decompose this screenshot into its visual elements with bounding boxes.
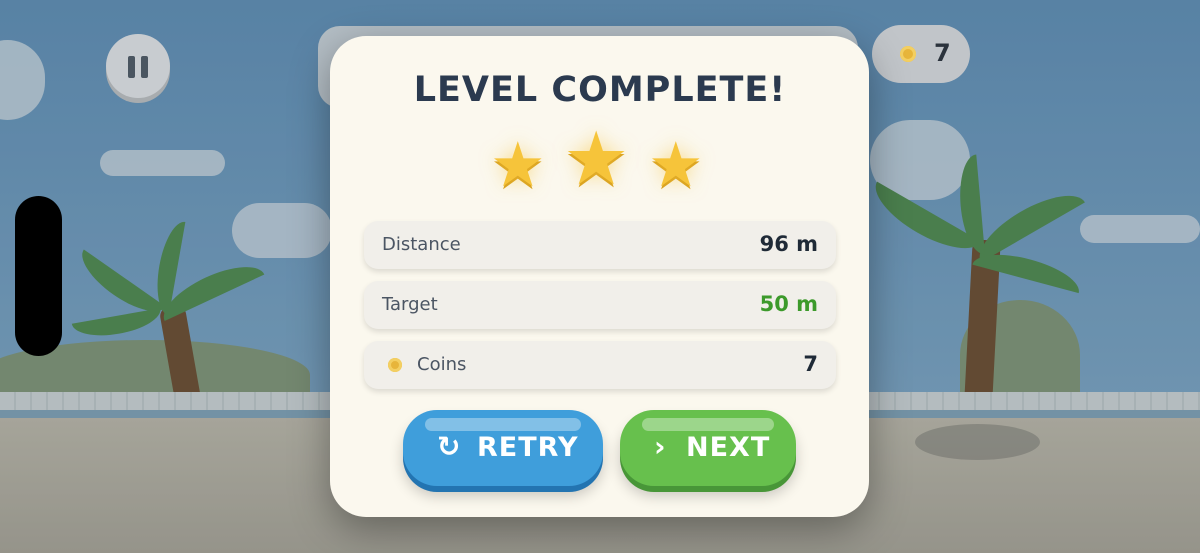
stat-value: 50 m: [759, 292, 818, 316]
stat-label: Coins: [417, 354, 467, 375]
next-button[interactable]: › NEXT: [620, 410, 796, 486]
stat-value: 96 m: [759, 232, 818, 256]
coin-icon: [900, 46, 916, 62]
stat-label: Distance: [382, 234, 461, 255]
star-icon: ★: [648, 128, 704, 201]
stat-value: 7: [803, 352, 818, 376]
coin-count: 7: [934, 39, 951, 67]
star-rating: ★ ★ ★: [0, 122, 1200, 201]
stat-row-coins: Coins 7: [364, 341, 836, 389]
next-label: NEXT: [686, 432, 771, 463]
retry-button[interactable]: ↻ RETRY: [403, 410, 603, 486]
stat-row-target: Target 50 m: [364, 281, 836, 329]
modal-title: LEVEL COMPLETE!: [413, 70, 787, 110]
stat-label: Target: [382, 294, 438, 315]
coin-icon: [388, 358, 402, 372]
chevron-right-icon: ›: [654, 430, 666, 463]
retry-icon: ↻: [437, 430, 461, 463]
side-notch: [15, 196, 62, 356]
stat-row-distance: Distance 96 m: [364, 221, 836, 269]
retry-label: RETRY: [477, 432, 579, 463]
star-icon: ★: [563, 116, 630, 202]
star-icon: ★: [490, 128, 546, 201]
